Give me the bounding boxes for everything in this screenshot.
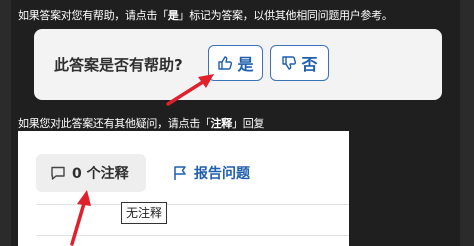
answer-actions-card: 0 个注释 报告问题 无注释 (18, 131, 349, 246)
flag-icon (174, 166, 186, 180)
comment-icon (51, 166, 65, 180)
vote-yes-label: 是 (237, 55, 254, 74)
helpful-question: 此答案是否有帮助? (54, 56, 183, 74)
report-issue-button[interactable]: 报告问题 (172, 154, 250, 192)
thumbs-down-icon (282, 56, 297, 70)
divider (36, 235, 349, 236)
comments-label: 0 个注释 (72, 166, 129, 182)
report-issue-label: 报告问题 (194, 166, 250, 182)
thumbs-up-icon (218, 56, 233, 70)
vote-yes-button[interactable]: 是 (208, 45, 263, 81)
comments-tooltip: 无注释 (121, 202, 168, 224)
instruction-line-2: 如果您对此答案还有其他疑问，请点击「注释」回复 (18, 117, 265, 130)
divider (36, 204, 349, 205)
vote-no-label: 否 (301, 55, 318, 74)
vote-no-button[interactable]: 否 (270, 45, 329, 81)
helpful-prompt-card: 此答案是否有帮助? 是 否 (34, 29, 442, 100)
comments-button[interactable]: 0 个注释 (36, 154, 146, 192)
instruction-line-1: 如果答案对您有帮助，请点击「是」标记为答案，以供其他相同问题用户参考。 (18, 9, 393, 22)
